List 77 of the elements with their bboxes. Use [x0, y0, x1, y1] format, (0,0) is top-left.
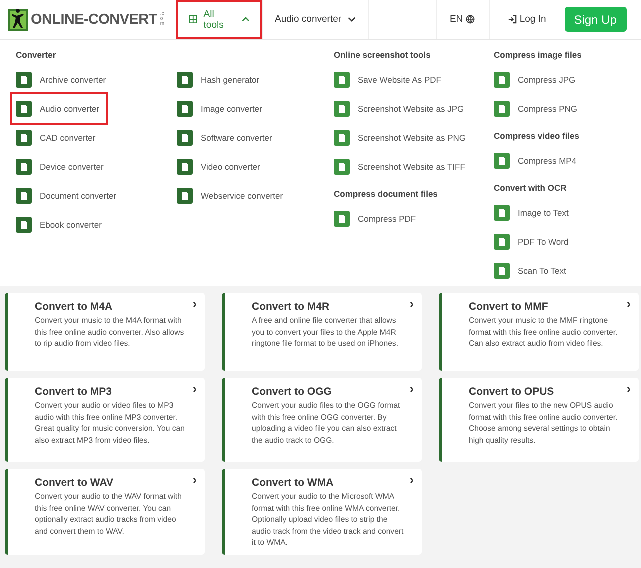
card-title: Convert to M4R [252, 301, 331, 313]
menu-item[interactable]: Scan To Text [490, 256, 572, 285]
chevron-icon: › [410, 297, 414, 311]
section-heading: Compress video files [494, 130, 581, 143]
section-heading: Converter [16, 49, 58, 62]
nav-menu-button[interactable]: Audio converter [262, 0, 368, 39]
card-title: Convert to WAV [35, 477, 115, 489]
menu-item[interactable]: Save Website As PDF [330, 65, 448, 94]
document-icon [334, 100, 350, 116]
menu-item[interactable]: Software converter [173, 123, 278, 152]
globe-icon [466, 15, 476, 24]
document-icon [494, 152, 510, 168]
menu-item[interactable]: Screenshot Website as TIFF [330, 152, 472, 181]
document-icon [494, 100, 510, 116]
document-icon [16, 216, 32, 232]
document-icon [334, 158, 350, 174]
document-icon [494, 72, 510, 88]
grid-icon [189, 15, 198, 24]
menu-item[interactable]: Compress JPG [490, 65, 582, 94]
menu-item[interactable]: Document converter [12, 181, 123, 210]
menu-item[interactable]: Device converter [12, 152, 110, 181]
section-heading: Compress image files [494, 49, 583, 62]
chevron-icon: › [193, 382, 197, 396]
document-icon [16, 188, 32, 204]
menu-item[interactable]: Ebook converter [12, 210, 108, 239]
document-icon [16, 72, 32, 88]
chevron-icon: › [410, 382, 414, 396]
document-icon [494, 234, 510, 250]
section-heading: Compress document files [334, 188, 439, 201]
card-title: Convert to WMA [252, 477, 335, 489]
document-icon [16, 130, 32, 146]
chevron-icon: › [193, 473, 197, 487]
document-icon [16, 158, 32, 174]
card-title: Convert to MMF [469, 301, 550, 313]
menu-item[interactable]: Hash generator [173, 65, 266, 94]
menu-item[interactable]: Compress PNG [490, 94, 584, 123]
menu-item[interactable]: Archive converter [12, 65, 112, 94]
login-icon [508, 15, 517, 24]
caret-icon [348, 17, 356, 22]
chevron-icon: › [627, 382, 631, 396]
chevron-icon: › [627, 297, 631, 311]
menu-item[interactable]: Compress PDF [330, 204, 422, 233]
card-title: Convert to M4A [35, 301, 114, 313]
logo-icon [8, 8, 28, 30]
logo-text: ONLINE-CONVERT [31, 12, 158, 28]
chevron-icon: › [193, 297, 197, 311]
card-title: Convert to OGG [252, 386, 333, 398]
document-icon [177, 72, 193, 88]
section-heading: Convert with OCR [494, 182, 568, 195]
document-icon [177, 130, 193, 146]
card-title: Convert to MP3 [35, 386, 114, 398]
caret-icon [242, 17, 250, 22]
document-icon [16, 100, 32, 116]
menu-item[interactable]: Image to Text [490, 198, 575, 227]
document-icon [177, 100, 193, 116]
section-heading: Online screenshot tools [334, 49, 432, 62]
menu-item[interactable]: Screenshot Website as PNG [330, 123, 472, 152]
document-icon [334, 72, 350, 88]
document-icon [494, 262, 510, 278]
menu-item[interactable]: Webservice converter [173, 181, 290, 210]
menu-item[interactable]: Image converter [173, 94, 268, 123]
menu-item[interactable]: CAD converter [12, 123, 102, 152]
document-icon [334, 130, 350, 146]
chevron-icon: › [410, 473, 414, 487]
language-selector[interactable]: EN [436, 0, 490, 39]
menu-item[interactable]: Audio converter [12, 94, 106, 123]
document-icon [334, 210, 350, 226]
login-link[interactable]: Log In [508, 14, 546, 25]
document-icon [177, 188, 193, 204]
document-icon [177, 158, 193, 174]
menu-item[interactable]: Screenshot Website as JPG [330, 94, 470, 123]
nav-menu-button[interactable]: All tools [176, 0, 262, 39]
card-title: Convert to OPUS [469, 386, 556, 398]
menu-item[interactable]: PDF To Word [490, 227, 575, 256]
menu-item[interactable]: Compress MP4 [490, 146, 583, 175]
menu-item[interactable]: Video converter [173, 152, 266, 181]
document-icon [494, 204, 510, 220]
